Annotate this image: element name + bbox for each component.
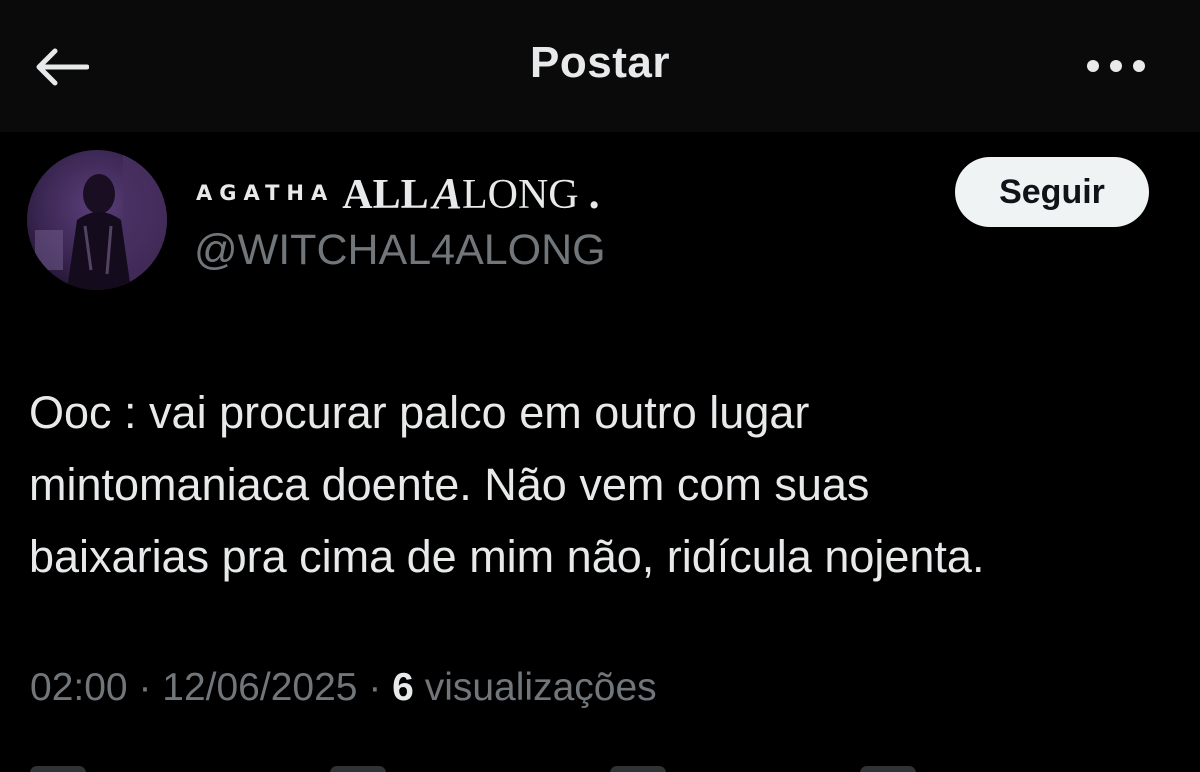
author-handle[interactable]: @WITCHAL4ALONG: [194, 226, 606, 275]
action-icon-edge: [330, 766, 386, 772]
action-icon-edge: [30, 766, 86, 772]
display-name-part-all: ALL: [342, 172, 429, 218]
meta-separator: ·: [127, 666, 163, 709]
follow-button[interactable]: Seguir: [955, 157, 1149, 227]
meta-separator: ·: [357, 666, 393, 709]
post-meta: 02:00 · 12/06/2025 · 6 visualizações: [30, 666, 657, 710]
post-time: 02:00: [30, 666, 128, 709]
page-title: Postar: [530, 38, 670, 87]
post-date: 12/06/2025: [162, 666, 358, 709]
more-options-button[interactable]: [1080, 44, 1152, 88]
action-bar-edge: [0, 760, 1200, 772]
more-horizontal-icon: [1087, 60, 1145, 72]
views-label: visualizações: [413, 666, 657, 709]
display-name-part-agatha: AGATHA: [196, 181, 335, 205]
display-name-part-along: ALONG: [429, 168, 579, 219]
display-name-along-rest: LONG: [461, 172, 579, 218]
views-count[interactable]: 6: [392, 666, 414, 709]
avatar[interactable]: [27, 150, 167, 290]
top-bar: Postar: [0, 0, 1200, 132]
action-icon-edge: [860, 766, 916, 772]
avatar-image: [27, 150, 167, 290]
action-icon-edge: [610, 766, 666, 772]
display-name-dot: .: [588, 169, 600, 218]
display-name-fancy-letter: A: [432, 169, 462, 218]
post-text: Ooc : vai procurar palco em outro lugar …: [29, 387, 985, 582]
author-display-name[interactable]: AGATHA ALL ALONG .: [196, 168, 600, 219]
